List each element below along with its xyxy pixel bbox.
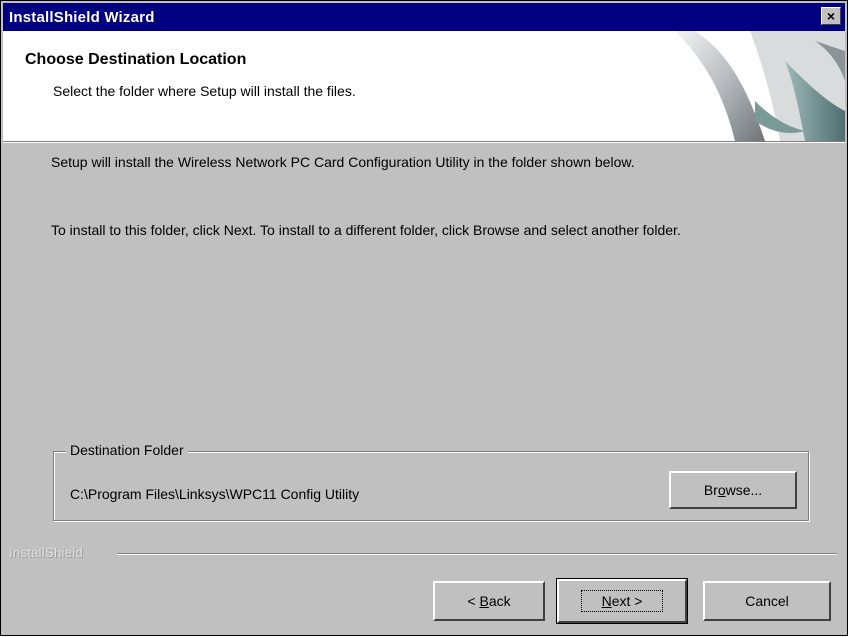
title-bar[interactable]: InstallShield Wizard × <box>3 3 845 31</box>
intro-text: Setup will install the Wireless Network … <box>51 154 635 170</box>
back-label-key: B <box>479 593 489 609</box>
close-button[interactable]: × <box>821 7 841 25</box>
browse-label-pre: Br <box>703 482 718 498</box>
cancel-button[interactable]: Cancel <box>703 581 831 621</box>
close-icon: × <box>826 8 836 24</box>
browse-label-key: o <box>717 482 726 498</box>
destination-folder-legend: Destination Folder <box>66 442 188 458</box>
next-label-key: N <box>601 593 612 609</box>
header-divider <box>3 142 845 143</box>
browse-button[interactable]: Br o wse... <box>669 471 797 509</box>
browse-label-post: wse... <box>725 482 763 498</box>
back-button[interactable]: < Back <box>433 581 545 621</box>
installshield-swoosh-icon <box>675 31 845 141</box>
instruction-text: To install to this folder, click Next. T… <box>51 222 681 238</box>
wizard-header: Choose Destination Location Select the f… <box>3 31 845 142</box>
page-title: Choose Destination Location <box>25 51 247 68</box>
destination-path: C:\Program Files\Linksys\WPC11 Config Ut… <box>70 486 360 502</box>
next-focus-ring: Next > <box>580 590 664 612</box>
next-button[interactable]: Next > <box>556 578 688 624</box>
next-label-post: ext > <box>611 593 643 609</box>
back-label-post: ack <box>488 593 511 609</box>
window-title: InstallShield Wizard <box>9 8 155 26</box>
page-subtitle: Select the folder where Setup will insta… <box>53 83 356 99</box>
back-label-pre: < <box>467 593 480 609</box>
installshield-brand-label: InstallShield <box>9 545 83 560</box>
installshield-wizard-window: InstallShield Wizard × Choose Destinatio… <box>0 0 848 636</box>
footer-separator <box>117 553 837 555</box>
